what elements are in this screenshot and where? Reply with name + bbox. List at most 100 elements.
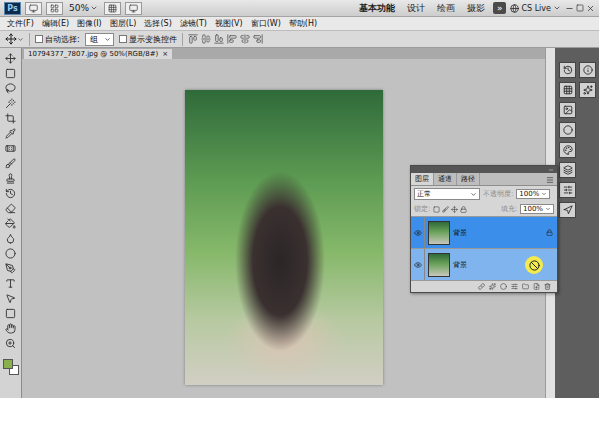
image-icon (563, 105, 573, 115)
arrange-button[interactable] (104, 2, 121, 15)
align-left-icon[interactable] (227, 34, 237, 44)
layer-row[interactable]: 背景 (411, 249, 557, 281)
tool-button[interactable] (3, 67, 19, 80)
lock-transparency-icon[interactable] (433, 206, 440, 213)
dock-button[interactable] (559, 102, 576, 118)
tool-button[interactable] (3, 232, 19, 245)
panel-tab[interactable]: 路径 (457, 173, 480, 185)
tool-button[interactable] (3, 97, 19, 110)
minibridge-button[interactable] (46, 2, 63, 15)
dock-button[interactable] (559, 182, 576, 198)
lock-buttons (433, 206, 467, 213)
align-top-icon[interactable] (188, 34, 198, 44)
show-transform-checkbox[interactable]: 显示变换控件 (119, 34, 177, 45)
align-center-icon[interactable] (240, 34, 250, 44)
dock-button[interactable] (559, 162, 576, 178)
adjustment-icon[interactable] (511, 283, 518, 290)
photo[interactable] (185, 90, 383, 385)
tool-button[interactable] (3, 82, 19, 95)
align-right-icon[interactable] (253, 34, 263, 44)
dropdown-icon (545, 206, 551, 212)
close-tab-button[interactable]: × (162, 50, 168, 58)
blend-mode-select[interactable]: 正常 (414, 188, 480, 200)
panel-header[interactable] (411, 166, 557, 173)
align-bottom-icon[interactable] (214, 34, 224, 44)
tool-button[interactable] (3, 127, 19, 140)
tool-button[interactable] (3, 307, 19, 320)
checkbox[interactable] (119, 35, 127, 43)
lock-all-icon[interactable] (460, 206, 467, 213)
zoom-select[interactable]: 50% (67, 3, 100, 13)
checkbox[interactable] (35, 35, 43, 43)
minimize-icon[interactable] (565, 4, 574, 13)
panel-tab[interactable]: 通道 (434, 173, 457, 185)
fx-icon[interactable] (489, 283, 496, 290)
cs-live-button[interactable]: CS Live (510, 4, 561, 13)
close-icon[interactable] (586, 4, 595, 13)
dock-button[interactable] (559, 62, 576, 78)
tool-button[interactable] (3, 202, 19, 215)
tool-preset-picker[interactable] (5, 33, 24, 45)
tool-button[interactable] (3, 217, 19, 230)
foreground-color[interactable] (3, 359, 13, 369)
screen-mode-button[interactable] (125, 2, 142, 15)
collapse-icon[interactable] (548, 167, 554, 173)
menu-item[interactable]: 帮助(H) (285, 18, 321, 29)
panel-menu[interactable] (480, 175, 557, 185)
dock-button[interactable] (559, 202, 576, 218)
lock-position-icon[interactable] (451, 206, 458, 213)
more-workspaces-button[interactable]: » (493, 2, 507, 14)
document-tab[interactable]: 10794377_7807.jpg @ 50%(RGB/8#)× (24, 49, 172, 59)
auto-select-checkbox[interactable]: 自动选择: (35, 34, 80, 45)
dock-button[interactable] (559, 142, 576, 158)
menu-item[interactable]: 选择(S) (140, 18, 175, 29)
menu-item[interactable]: 视图(V) (211, 18, 247, 29)
history-brush-icon (5, 188, 16, 199)
tool-button[interactable] (3, 337, 19, 350)
new-layer-icon[interactable] (533, 283, 540, 290)
fill-field[interactable]: 100% (520, 204, 554, 214)
dock-button[interactable] (559, 122, 576, 138)
auto-select-target[interactable]: 组 (85, 33, 114, 46)
menu-item[interactable]: 图像(I) (73, 18, 106, 29)
eye-icon (414, 229, 422, 237)
align-middle-icon[interactable] (201, 34, 211, 44)
trash-icon[interactable] (544, 283, 551, 290)
tool-button[interactable] (3, 142, 19, 155)
menu-item[interactable]: 编辑(E) (38, 18, 73, 29)
dock-button[interactable] (579, 82, 596, 98)
menu-item[interactable]: 滤镜(T) (176, 18, 211, 29)
info-icon (583, 65, 593, 75)
menu-item[interactable]: 文件(F) (3, 18, 38, 29)
layer-name[interactable]: 背景 (453, 228, 543, 238)
tool-button[interactable] (3, 187, 19, 200)
layer-row[interactable]: 背景 (411, 217, 557, 249)
tool-button[interactable] (3, 277, 19, 290)
workspace-button[interactable]: 摄影 (463, 2, 489, 15)
dock-button[interactable] (559, 82, 576, 98)
mask-icon[interactable] (500, 283, 507, 290)
visibility-toggle[interactable] (411, 249, 425, 280)
tool-button[interactable] (3, 262, 19, 275)
workspace-button[interactable]: 基本功能 (355, 2, 399, 15)
tool-button[interactable] (3, 157, 19, 170)
tool-button[interactable] (3, 247, 19, 260)
tool-button[interactable] (3, 112, 19, 125)
workspace-button[interactable]: 设计 (403, 2, 429, 15)
bridge-button[interactable] (25, 2, 42, 15)
menu-item[interactable]: 窗口(W) (247, 18, 285, 29)
workspace-button[interactable]: 绘画 (433, 2, 459, 15)
panel-tab[interactable]: 图层 (411, 173, 434, 185)
lock-pixels-icon[interactable] (442, 206, 449, 213)
menu-item[interactable]: 图层(L) (106, 18, 141, 29)
tool-button[interactable] (3, 292, 19, 305)
visibility-toggle[interactable] (411, 217, 425, 248)
link-icon[interactable] (478, 283, 485, 290)
maximize-icon[interactable] (576, 4, 584, 12)
tool-button[interactable] (3, 172, 19, 185)
dock-button[interactable] (579, 62, 596, 78)
group-icon[interactable] (522, 283, 529, 290)
tool-button[interactable] (3, 52, 19, 65)
opacity-field[interactable]: 100% (516, 189, 550, 199)
tool-button[interactable] (3, 322, 19, 335)
